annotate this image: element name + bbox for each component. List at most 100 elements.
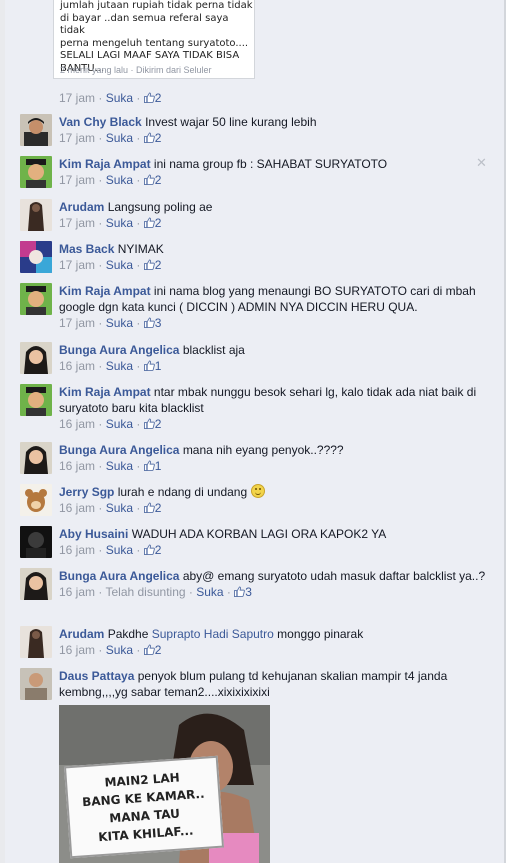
commenter-name[interactable]: Jerry Sgp [59, 485, 114, 499]
thumbs-up-icon [234, 586, 246, 597]
avatar[interactable] [20, 526, 52, 558]
commenter-name[interactable]: Mas Back [59, 242, 114, 256]
smiley-emoticon-icon [250, 484, 265, 498]
like-count[interactable]: 2 [155, 216, 162, 230]
comment-time[interactable]: 17 jam [59, 173, 95, 187]
commenter-name[interactable]: Kim Raja Ampat [59, 385, 151, 399]
comment-time[interactable]: 16 jam [59, 417, 95, 431]
comment-body: Kim Raja Ampat ini nama group fb : SAHAB… [59, 156, 489, 188]
like-count[interactable]: 1 [155, 459, 162, 473]
comment-time[interactable]: 17 jam [59, 131, 95, 145]
like-count[interactable]: 3 [245, 585, 252, 599]
comment-body: Mas Back NYIMAK 17 jam · Suka · 2 [59, 241, 489, 273]
thumbs-up-icon [143, 544, 155, 555]
comment-meta: 16 jam · Suka · 2 [59, 417, 162, 431]
like-count[interactable]: 3 [155, 316, 162, 330]
like-count[interactable]: 2 [155, 643, 162, 657]
avatar[interactable] [20, 626, 52, 658]
mention-link[interactable]: Suprapto Hadi Saputro [152, 627, 274, 641]
comment-time[interactable]: 17 jam [59, 316, 95, 330]
comment-time[interactable]: 16 jam [59, 359, 95, 373]
avatar[interactable] [20, 241, 52, 273]
commenter-name[interactable]: Bunga Aura Angelica [59, 569, 179, 583]
avatar[interactable] [20, 114, 52, 146]
left-rail [0, 0, 5, 863]
commenter-name[interactable]: Daus Pattaya [59, 669, 134, 683]
like-link[interactable]: Suka [106, 543, 133, 557]
like-link[interactable]: Suka [106, 417, 133, 431]
comment-body: Arudam Langsung poling ae 17 jam · Suka … [59, 199, 489, 231]
commenter-name[interactable]: Aby Husaini [59, 527, 128, 541]
avatar[interactable] [20, 342, 52, 374]
like-count[interactable]: 1 [155, 359, 162, 373]
like-link[interactable]: Suka [106, 459, 133, 473]
thumbs-up-icon [143, 460, 155, 471]
avatar[interactable] [20, 568, 52, 600]
photo-sign: MAIN2 LAH BANG KE KAMAR.. MANA TAU KITA … [63, 755, 225, 859]
commenter-name[interactable]: Arudam [59, 627, 104, 641]
comment-time[interactable]: 16 jam [59, 543, 95, 557]
like-link[interactable]: Suka [106, 131, 133, 145]
comment-meta: 16 jam · Telah disunting · Suka · 3 [59, 585, 252, 599]
like-link[interactable]: Suka [106, 359, 133, 373]
quoted-post-meta: 2 menit yang lalu · Dikirim dari Seluler [60, 65, 212, 75]
thumbs-up-icon [143, 174, 155, 185]
commenter-name[interactable]: Kim Raja Ampat [59, 157, 151, 171]
avatar[interactable] [20, 384, 52, 416]
avatar[interactable] [20, 442, 52, 474]
commenter-name[interactable]: Van Chy Black [59, 115, 142, 129]
comment-time[interactable]: 16 jam [59, 585, 95, 599]
comment-meta: 17 jam · Suka · 2 [59, 258, 162, 272]
commenter-name[interactable]: Kim Raja Ampat [59, 284, 151, 298]
like-count[interactable]: 2 [155, 417, 162, 431]
comment-text: blacklist aja [182, 343, 245, 357]
like-link[interactable]: Suka [106, 173, 133, 187]
like-link[interactable]: Suka [106, 643, 133, 657]
comment-time[interactable]: 16 jam [59, 501, 95, 515]
like-count[interactable]: 2 [155, 501, 162, 515]
like-count[interactable]: 2 [155, 543, 162, 557]
commenter-name[interactable]: Arudam [59, 200, 104, 214]
comment-meta: 17 jam · Suka · 2 [59, 173, 162, 187]
comment-meta: 16 jam · Suka · 2 [59, 501, 162, 515]
avatar[interactable] [20, 199, 52, 231]
comment-time[interactable]: 17 jam [59, 258, 95, 272]
like-count[interactable]: 2 [155, 258, 162, 272]
like-link[interactable]: Suka [106, 501, 133, 515]
comment-body: Daus Pattaya penyok blum pulang td kehuj… [59, 668, 489, 700]
avatar[interactable] [20, 283, 52, 315]
like-link[interactable]: Suka [106, 216, 133, 230]
comment-body: Bunga Aura Angelica mana nih eyang penyo… [59, 442, 489, 474]
quoted-post-card: jumlah jutaan rupiah tidak perna tidak d… [53, 0, 255, 79]
comment-time[interactable]: 16 jam [59, 459, 95, 473]
comment-time[interactable]: 17 jam [59, 216, 95, 230]
comment-body: Jerry Sgp lurah e ndang di undang 16 jam… [59, 484, 489, 516]
thumbs-up-icon [143, 217, 155, 228]
comment-meta: 16 jam · Suka · 1 [59, 459, 162, 473]
comment-meta: 17 jam · Suka · 3 [59, 316, 162, 330]
thumbs-up-icon [143, 644, 155, 655]
avatar[interactable] [20, 156, 52, 188]
comment-text: mana nih eyang penyok..???? [182, 443, 344, 457]
like-link[interactable]: Suka [106, 91, 133, 105]
like-link[interactable]: Suka [106, 258, 133, 272]
like-count[interactable]: 2 [155, 131, 162, 145]
edited-label[interactable]: Telah disunting [105, 585, 185, 599]
comment-text: Langsung poling ae [107, 200, 213, 214]
thumbs-up-icon [143, 259, 155, 270]
thumbs-up-icon [143, 92, 155, 103]
comment-time[interactable]: 16 jam [59, 643, 95, 657]
comment-body: Bunga Aura Angelica blacklist aja 16 jam… [59, 342, 489, 374]
comment-photo[interactable]: MAIN2 LAH BANG KE KAMAR.. MANA TAU KITA … [59, 705, 270, 863]
comment-meta: 17 jam · Suka · 2 [59, 91, 162, 105]
like-count[interactable]: 2 [155, 91, 162, 105]
like-link[interactable]: Suka [106, 316, 133, 330]
comment-time[interactable]: 17 jam [59, 91, 95, 105]
avatar[interactable] [20, 668, 52, 700]
avatar[interactable] [20, 484, 52, 516]
photo-caption: MAIN2 LAH BANG KE KAMAR.. MANA TAU KITA … [81, 770, 205, 845]
commenter-name[interactable]: Bunga Aura Angelica [59, 443, 179, 457]
like-link[interactable]: Suka [196, 585, 223, 599]
commenter-name[interactable]: Bunga Aura Angelica [59, 343, 179, 357]
like-count[interactable]: 2 [155, 173, 162, 187]
